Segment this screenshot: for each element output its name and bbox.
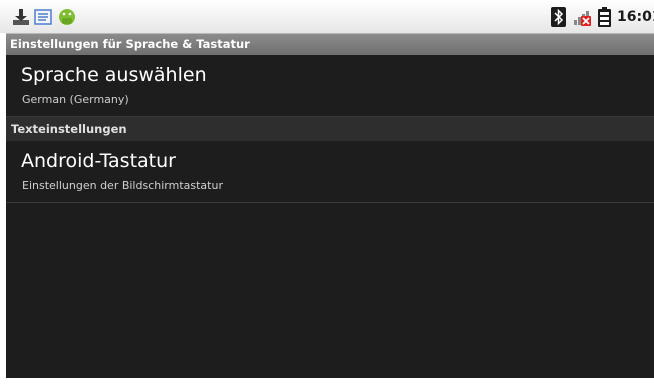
title-bar: Einstellungen für Sprache & Tastatur [6, 33, 654, 55]
android-icon [56, 7, 78, 27]
clock: 16:01 [617, 9, 654, 25]
android-keyboard-summary: Einstellungen der Bildschirmtastatur [22, 179, 223, 192]
select-language-summary: German (Germany) [22, 93, 129, 106]
screen: 16:01 Einstellungen für Sprache & Tastat… [0, 0, 654, 385]
system-tray: 16:01 [551, 7, 654, 27]
select-language-item[interactable]: Sprache auswählen German (Germany) [6, 55, 654, 117]
download-icon [12, 8, 30, 26]
bottom-border [0, 378, 654, 385]
status-bar: 16:01 [0, 0, 654, 33]
notes-icon [34, 8, 52, 26]
battery-icon [598, 7, 611, 27]
settings-screen: Einstellungen für Sprache & Tastatur Spr… [6, 33, 654, 378]
android-keyboard-title: Android-Tastatur [21, 150, 176, 172]
category-label: Texteinstellungen [11, 122, 127, 136]
category-header: Texteinstellungen [6, 117, 654, 141]
no-signal-icon [572, 7, 592, 27]
bluetooth-icon [551, 7, 566, 27]
android-keyboard-item[interactable]: Android-Tastatur Einstellungen der Bilds… [6, 141, 654, 203]
notification-icons[interactable] [12, 7, 78, 27]
page-title: Einstellungen für Sprache & Tastatur [10, 37, 250, 51]
select-language-title: Sprache auswählen [21, 64, 207, 86]
